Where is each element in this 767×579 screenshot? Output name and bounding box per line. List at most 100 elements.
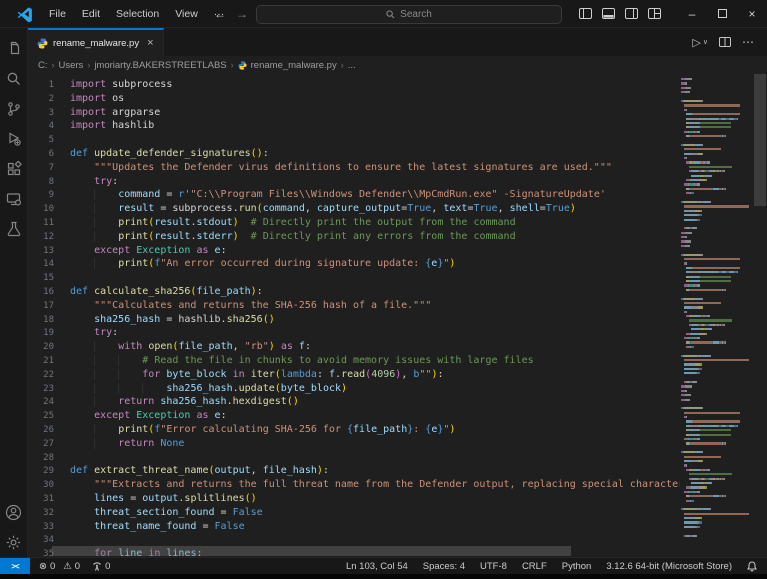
code-line[interactable]: 26 print(f"Error calculating SHA-256 for… xyxy=(28,423,680,437)
notifications-bell-icon[interactable] xyxy=(747,561,757,572)
code-line[interactable]: 20 with open(file_path, "rb") as f: xyxy=(28,340,680,354)
menu-edit[interactable]: Edit xyxy=(75,5,107,23)
python-interpreter[interactable]: 3.12.6 64-bit (Microsoft Store) xyxy=(606,561,732,572)
code-line[interactable]: 28 xyxy=(28,451,680,465)
toggle-panel-icon[interactable] xyxy=(602,8,615,19)
code-line[interactable]: 8 try: xyxy=(28,175,680,189)
line-number: 14 xyxy=(28,257,54,271)
encoding-setting[interactable]: UTF-8 xyxy=(480,561,507,572)
code-line[interactable]: 17 """Calculates and returns the SHA-256… xyxy=(28,299,680,313)
line-number: 34 xyxy=(28,533,54,547)
status-right: Ln 103, Col 54 Spaces: 4 UTF-8 CRLF Pyth… xyxy=(346,561,757,572)
run-debug-icon[interactable] xyxy=(0,124,28,154)
code-line[interactable]: 12 print(result.stderr) # Directly print… xyxy=(28,230,680,244)
code-line[interactable]: 11 print(result.stdout) # Directly print… xyxy=(28,216,680,230)
status-left: ⊗ 0 ⚠ 0 0 xyxy=(39,561,110,572)
code-line[interactable]: 18 sha256_hash = hashlib.sha256() xyxy=(28,313,680,327)
code-text: import argparse xyxy=(70,106,160,120)
code-line[interactable]: 30 """Extracts and returns the full thre… xyxy=(28,478,680,492)
tab-rename-malware[interactable]: rename_malware.py × xyxy=(28,28,164,56)
breadcrumb[interactable]: C:›Users›jmoriarty.BAKERSTREETLABS›renam… xyxy=(28,56,767,74)
menu-file[interactable]: File xyxy=(42,5,73,23)
warnings-count: 0 xyxy=(75,561,80,572)
vertical-scrollbar[interactable] xyxy=(753,74,767,557)
settings-gear-icon[interactable] xyxy=(0,527,28,557)
code-line[interactable]: 4import hashlib xyxy=(28,119,680,133)
search-input[interactable]: Search xyxy=(256,5,562,24)
breadcrumb-file[interactable]: rename_malware.py xyxy=(251,60,337,71)
more-actions-icon[interactable]: ⋯ xyxy=(742,35,755,49)
accounts-icon[interactable] xyxy=(0,497,28,527)
ports-button[interactable]: 0 xyxy=(92,561,110,572)
code-line[interactable]: 25 except Exception as e: xyxy=(28,409,680,423)
code-line[interactable]: 7 """Updates the Defender virus definiti… xyxy=(28,161,680,175)
activity-bar xyxy=(0,28,28,557)
vertical-scrollbar-thumb[interactable] xyxy=(754,74,766,206)
code-line[interactable]: 16def calculate_sha256(file_path): xyxy=(28,285,680,299)
code-line[interactable]: 9 command = r'"C:\\Program Files\\Window… xyxy=(28,188,680,202)
search-sidebar-icon[interactable] xyxy=(0,64,28,94)
breadcrumb-separator-icon[interactable]: › xyxy=(231,60,234,70)
code-line[interactable]: 13 except Exception as e: xyxy=(28,244,680,258)
breadcrumb-item[interactable]: C: xyxy=(38,60,48,71)
code-line[interactable]: 23 sha256_hash.update(byte_block) xyxy=(28,382,680,396)
cursor-position[interactable]: Ln 103, Col 54 xyxy=(346,561,408,572)
split-editor-icon[interactable] xyxy=(719,37,731,47)
breadcrumb-trailing[interactable]: ... xyxy=(348,60,356,71)
maximize-icon xyxy=(718,9,727,18)
code-line[interactable]: 22 for byte_block in iter(lambda: f.read… xyxy=(28,368,680,382)
code-text: except Exception as e: xyxy=(70,409,227,423)
explorer-icon[interactable] xyxy=(0,34,28,64)
code-line[interactable]: 14 print(f"An error occurred during sign… xyxy=(28,257,680,271)
run-python-button[interactable]: ▷ ∨ xyxy=(692,36,708,49)
line-number: 17 xyxy=(28,299,54,313)
code-text: import subprocess xyxy=(70,78,172,92)
code-area[interactable]: 1 import subprocess2import os3import argp… xyxy=(28,74,680,557)
code-line[interactable]: 31 lines = output.splitlines() xyxy=(28,492,680,506)
code-line[interactable]: 33 threat_name_found = False xyxy=(28,520,680,534)
code-line[interactable]: 27 return None xyxy=(28,437,680,451)
close-button[interactable]: × xyxy=(737,0,767,27)
code-line[interactable]: 5 xyxy=(28,133,680,147)
code-text: lines = output.splitlines() xyxy=(70,492,257,506)
code-line[interactable]: 3import argparse xyxy=(28,106,680,120)
tab-close-icon[interactable]: × xyxy=(147,38,153,49)
line-number: 1 xyxy=(28,78,54,92)
language-mode[interactable]: Python xyxy=(562,561,592,572)
breadcrumb-item[interactable]: Users xyxy=(59,60,84,71)
toggle-secondary-sidebar-icon[interactable] xyxy=(625,8,638,19)
code-line[interactable]: 21 # Read the file in chunks to avoid me… xyxy=(28,354,680,368)
remote-indicator-button[interactable]: >< xyxy=(0,558,30,574)
code-line[interactable]: 29def extract_threat_name(output, file_h… xyxy=(28,464,680,478)
breadcrumb-item[interactable]: jmoriarty.BAKERSTREETLABS xyxy=(94,60,226,71)
menu-view[interactable]: View xyxy=(168,5,205,23)
code-line[interactable]: 1 import subprocess xyxy=(28,78,680,92)
code-line[interactable]: 24 return sha256_hash.hexdigest() xyxy=(28,395,680,409)
toggle-sidebar-icon[interactable] xyxy=(579,8,592,19)
maximize-button[interactable] xyxy=(707,0,737,27)
minimize-button[interactable]: – xyxy=(677,0,707,27)
code-line[interactable]: 32 threat_section_found = False xyxy=(28,506,680,520)
remote-explorer-icon[interactable] xyxy=(0,184,28,214)
testing-icon[interactable] xyxy=(0,214,28,244)
breadcrumb-separator-icon[interactable]: › xyxy=(341,60,344,70)
source-control-icon[interactable] xyxy=(0,94,28,124)
code-line[interactable]: 6def update_defender_signatures(): xyxy=(28,147,680,161)
customize-layout-icon[interactable] xyxy=(648,8,661,19)
problems-button[interactable]: ⊗ 0 ⚠ 0 xyxy=(39,561,80,572)
horizontal-scrollbar-thumb[interactable] xyxy=(52,546,571,556)
code-text: """Extracts and returns the full threat … xyxy=(70,478,680,492)
code-line[interactable]: 10 result = subprocess.run(command, capt… xyxy=(28,202,680,216)
back-arrow-icon[interactable]: ← xyxy=(212,7,228,21)
eol-setting[interactable]: CRLF xyxy=(522,561,547,572)
indentation-setting[interactable]: Spaces: 4 xyxy=(423,561,465,572)
extensions-icon[interactable] xyxy=(0,154,28,184)
breadcrumb-separator-icon[interactable]: › xyxy=(52,60,55,70)
menu-selection[interactable]: Selection xyxy=(109,5,166,23)
forward-arrow-icon[interactable]: → xyxy=(234,7,250,21)
minimap[interactable] xyxy=(681,78,751,557)
code-line[interactable]: 2import os xyxy=(28,92,680,106)
code-line[interactable]: 19 try: xyxy=(28,326,680,340)
breadcrumb-separator-icon[interactable]: › xyxy=(87,60,90,70)
code-line[interactable]: 15 xyxy=(28,271,680,285)
